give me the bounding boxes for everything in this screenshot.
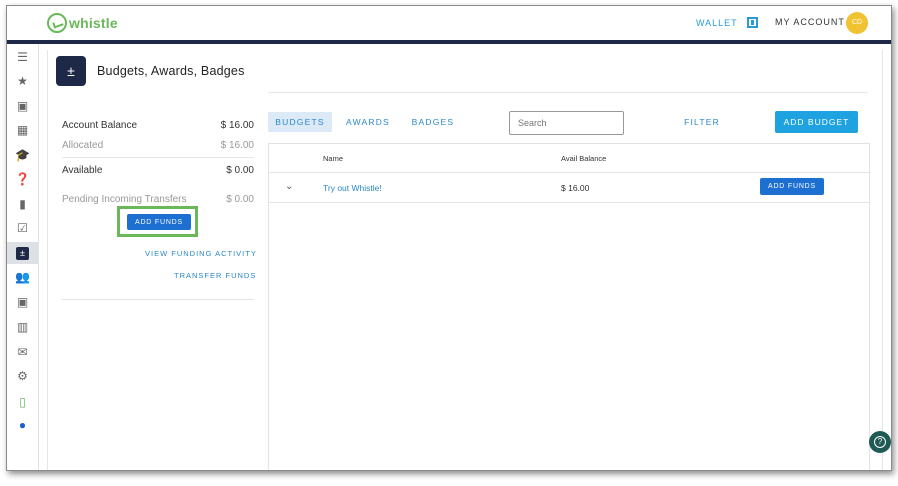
sidebar-item-reports[interactable]: ▥ [7,316,38,338]
column-header-avail-balance: Avail Balance [561,154,607,163]
account-balance-value: $ 16.00 [220,120,254,131]
sidebar-item-list[interactable]: ☰ [7,46,38,68]
tab-budgets[interactable]: BUDGETS [268,112,332,132]
column-header-name: Name [323,154,344,163]
grid-add-icon: ▦ [16,123,29,137]
my-account-link[interactable]: MY ACCOUNT [775,17,845,27]
add-budget-button[interactable]: ADD BUDGET [775,111,858,133]
pending-row: Pending Incoming Transfers $ 0.00 [62,194,254,205]
wallet-link[interactable]: WALLET [696,17,758,28]
gear-icon: ⚙ [17,369,28,383]
budgets-table: Name Avail Balance ⌄ Try out Whistle! $ … [268,143,870,470]
top-bar: whistle WALLET MY ACCOUNT CD [7,6,891,40]
page-title: Budgets, Awards, Badges [97,64,245,78]
sidebar-item-grid[interactable]: ▦ [7,119,38,141]
available-value: $ 0.00 [226,165,254,176]
app-window: whistle WALLET MY ACCOUNT CD ☰ ★ ▣ ▦ 🎓 ❓… [6,5,892,471]
feedback-icon: ❓ [15,172,30,186]
tab-awards[interactable]: AWARDS [340,112,396,132]
tab-badges[interactable]: BADGES [406,112,460,132]
sidebar-item-training[interactable]: 🎓 [7,144,38,166]
whistle-logo-icon [47,13,67,33]
book-icon: ▮ [19,197,26,211]
allocated-row: Allocated $ 16.00 [62,140,254,151]
graduation-cap-icon: 🎓 [15,148,30,162]
wallet-icon [746,17,758,28]
calculator-icon: ± [16,246,29,260]
available-label: Available [62,165,103,176]
sidebar-item-wallet[interactable]: ▣ [7,95,38,117]
star-icon: ★ [17,74,28,88]
header-divider [268,92,868,93]
checkbox-icon: ☑ [17,221,28,235]
sidebar-item-mobile[interactable]: ▯ [7,391,38,413]
sidebar-item-settings[interactable]: ⚙ [7,365,38,387]
calculator-icon: ± [56,56,86,86]
account-balance-row: Account Balance $ 16.00 [62,120,254,131]
user-circle-icon: ● [18,418,27,432]
available-row: Available $ 0.00 [62,165,254,176]
main-content: ± Budgets, Awards, Badges Account Balanc… [47,50,884,470]
question-icon: ? [874,436,886,448]
pending-label: Pending Incoming Transfers [62,194,187,205]
mobile-icon: ▯ [19,395,26,409]
allocated-value: $ 16.00 [220,140,254,151]
allocated-label: Allocated [62,140,104,151]
header-row-divider [269,172,869,173]
list-icon: ☰ [17,50,28,64]
wallet-label: WALLET [696,17,738,28]
sidebar-item-star[interactable]: ★ [7,70,38,92]
balance-bottom-divider [62,299,254,300]
row-divider [269,202,869,203]
help-button[interactable]: ? [869,431,891,453]
sidebar-item-budgets[interactable]: ± [7,242,38,264]
bar-chart-icon: ▥ [16,320,29,334]
transfer-funds-link[interactable]: TRANSFER FUNDS [174,271,256,280]
pending-value: $ 0.00 [226,194,254,205]
sidebar-item-book[interactable]: ▮ [7,193,38,215]
sidebar-item-tasks[interactable]: ☑ [7,217,38,239]
view-funding-activity-link[interactable]: VIEW FUNDING ACTIVITY [145,249,257,258]
balance-divider [62,157,254,158]
budget-name-link[interactable]: Try out Whistle! [323,183,382,193]
chevron-down-icon[interactable]: ⌄ [285,181,293,192]
sidebar-nav: ☰ ★ ▣ ▦ 🎓 ❓ ▮ ☑ ± 👥 ▣ ▥ ✉ ⚙ ▯ ● [7,44,39,470]
sidebar-item-profile[interactable]: ● [7,414,38,436]
top-bar-divider [7,40,891,44]
mail-icon: ✉ [17,345,28,359]
search-input[interactable] [509,111,624,135]
wallet-add-icon: ▣ [16,295,29,309]
filter-button[interactable]: FILTER [680,112,724,132]
whistle-logo[interactable]: whistle [47,13,118,33]
page-header: ± Budgets, Awards, Badges [48,50,884,94]
budget-balance: $ 16.00 [561,183,590,193]
avatar[interactable]: CD [846,12,868,34]
sidebar-item-people[interactable]: 👥 [7,266,38,288]
logo-text: whistle [69,15,118,31]
sidebar-item-feedback[interactable]: ❓ [7,168,38,190]
row-add-funds-button[interactable]: ADD FUNDS [760,178,824,195]
people-icon: 👥 [15,270,30,284]
add-funds-button[interactable]: ADD FUNDS [127,214,191,230]
sidebar-item-mail[interactable]: ✉ [7,341,38,363]
wallet-icon: ▣ [16,99,29,113]
sidebar-item-wallet-add[interactable]: ▣ [7,291,38,313]
account-balance-label: Account Balance [62,120,138,131]
